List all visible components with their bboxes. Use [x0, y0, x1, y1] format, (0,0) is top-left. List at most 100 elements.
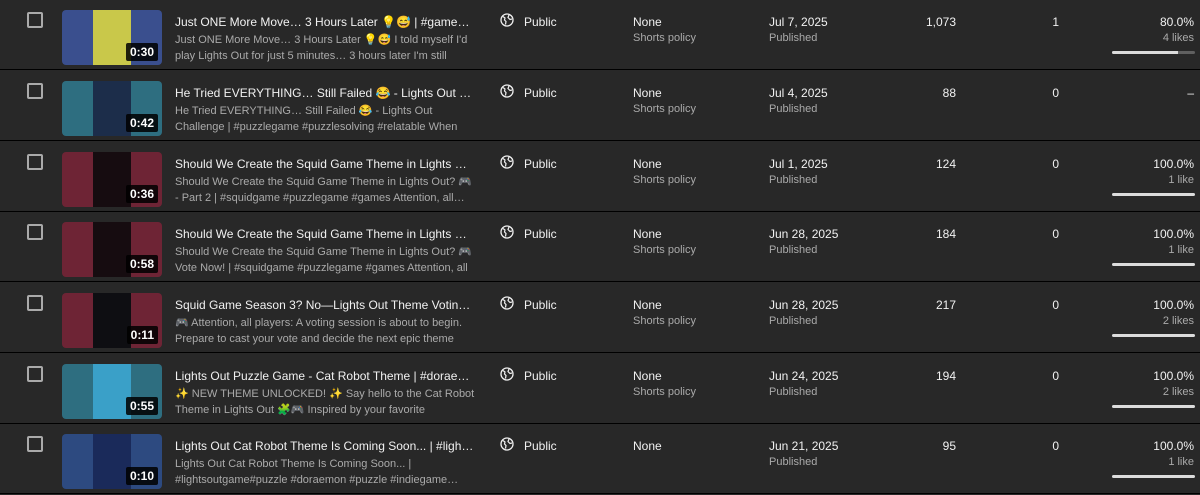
publish-date: Jul 7, 2025: [769, 15, 828, 29]
restrictions-detail: Shorts policy: [633, 103, 696, 115]
globe-icon: [500, 367, 514, 381]
views-count: 95: [942, 439, 956, 453]
visibility-label[interactable]: Public: [524, 157, 557, 171]
globe-icon: [500, 155, 514, 169]
comments-count: 0: [1052, 439, 1059, 453]
restrictions-detail: Shorts policy: [633, 315, 696, 327]
visibility-label[interactable]: Public: [524, 86, 557, 100]
likes-count: 2 likes: [1162, 386, 1194, 398]
visibility-label[interactable]: Public: [524, 369, 557, 383]
publish-date: Jun 24, 2025: [769, 369, 839, 383]
likes-count: 1 like: [1168, 174, 1194, 186]
comments-count: 0: [1052, 157, 1059, 171]
globe-icon: [500, 13, 514, 27]
likes-ratio-bar: [1112, 263, 1195, 266]
likes-count: 1 like: [1168, 456, 1194, 468]
video-thumbnail[interactable]: 0:11: [62, 293, 162, 348]
likes-count: 2 likes: [1162, 315, 1194, 327]
row-checkbox[interactable]: [27, 366, 43, 382]
likes-count: 4 likes: [1162, 32, 1194, 44]
video-row[interactable]: 0:36 Should We Create the Squid Game The…: [0, 142, 1200, 212]
video-thumbnail[interactable]: 0:30: [62, 10, 162, 65]
likes-ratio-bar: [1112, 193, 1195, 196]
restrictions-value: None: [633, 369, 662, 383]
likes-percentage: 100.0%: [1153, 157, 1194, 171]
restrictions-detail: Shorts policy: [633, 244, 696, 256]
likes-percentage: 100.0%: [1153, 439, 1194, 453]
publish-date: Jul 1, 2025: [769, 157, 828, 171]
video-thumbnail[interactable]: 0:58: [62, 222, 162, 277]
likes-ratio-fill: [1112, 51, 1179, 54]
video-row[interactable]: 0:30 Just ONE More Move… 3 Hours Later 💡…: [0, 0, 1200, 70]
publish-status: Published: [769, 315, 818, 327]
video-title[interactable]: Should We Create the Squid Game Theme in…: [175, 227, 475, 241]
video-description: Lights Out Cat Robot Theme Is Coming Soo…: [175, 458, 459, 486]
likes-ratio-fill: [1112, 193, 1195, 196]
thumbnail-image: [93, 293, 131, 348]
video-row[interactable]: 0:58 Should We Create the Squid Game The…: [0, 212, 1200, 282]
video-description: ✨ NEW THEME UNLOCKED! ✨ Say hello to the…: [175, 388, 475, 416]
row-checkbox[interactable]: [27, 154, 43, 170]
visibility-label[interactable]: Public: [524, 298, 557, 312]
restrictions-detail: Shorts policy: [633, 174, 696, 186]
video-row[interactable]: 0:11 Squid Game Season 3? No—Lights Out …: [0, 283, 1200, 353]
likes-percentage: 100.0%: [1153, 369, 1194, 383]
video-thumbnail[interactable]: 0:42: [62, 81, 162, 136]
comments-count: 0: [1052, 369, 1059, 383]
comments-count: 0: [1052, 227, 1059, 241]
likes-percentage: 80.0%: [1159, 15, 1194, 29]
row-checkbox[interactable]: [27, 83, 43, 99]
likes-ratio-bar: [1112, 51, 1195, 54]
globe-icon: [500, 437, 514, 451]
visibility-label[interactable]: Public: [524, 227, 557, 241]
video-title[interactable]: Lights Out Cat Robot Theme Is Coming Soo…: [175, 439, 475, 453]
row-checkbox[interactable]: [27, 12, 43, 28]
video-description: 🎮 Attention, all players: A voting sessi…: [175, 317, 463, 345]
views-count: 194: [935, 369, 956, 383]
row-checkbox[interactable]: [27, 436, 43, 452]
likes-percentage: 100.0%: [1153, 298, 1194, 312]
views-count: 124: [935, 157, 956, 171]
publish-status: Published: [769, 174, 818, 186]
visibility-label[interactable]: Public: [524, 439, 557, 453]
video-description: Should We Create the Squid Game Theme in…: [175, 246, 473, 274]
video-duration: 0:58: [125, 255, 158, 273]
video-title[interactable]: Lights Out Puzzle Game - Cat Robot Theme…: [175, 369, 475, 383]
likes-ratio-bar: [1112, 475, 1195, 478]
views-count: 1,073: [925, 15, 956, 29]
globe-icon: [500, 296, 514, 310]
visibility-label[interactable]: Public: [524, 15, 557, 29]
likes-percentage: –: [1187, 86, 1194, 100]
restrictions-detail: Shorts policy: [633, 386, 696, 398]
video-thumbnail[interactable]: 0:36: [62, 152, 162, 207]
video-duration: 0:36: [125, 185, 158, 203]
video-row[interactable]: 0:42 He Tried EVERYTHING… Still Failed 😂…: [0, 71, 1200, 141]
video-description: He Tried EVERYTHING… Still Failed 😂 - Li…: [175, 105, 458, 133]
likes-ratio-fill: [1112, 263, 1195, 266]
publish-date: Jun 28, 2025: [769, 298, 839, 312]
video-row[interactable]: 0:55 Lights Out Puzzle Game - Cat Robot …: [0, 354, 1200, 424]
video-thumbnail[interactable]: 0:10: [62, 434, 162, 489]
restrictions-value: None: [633, 157, 662, 171]
restrictions-detail: Shorts policy: [633, 32, 696, 44]
restrictions-value: None: [633, 15, 662, 29]
video-row[interactable]: 0:10 Lights Out Cat Robot Theme Is Comin…: [0, 424, 1200, 494]
video-title[interactable]: Just ONE More Move… 3 Hours Later 💡😅 | #…: [175, 15, 475, 29]
likes-ratio-fill: [1112, 475, 1195, 478]
likes-ratio-fill: [1112, 405, 1195, 408]
video-thumbnail[interactable]: 0:55: [62, 364, 162, 419]
views-count: 184: [935, 227, 956, 241]
publish-status: Published: [769, 244, 818, 256]
likes-ratio-fill: [1112, 334, 1195, 337]
row-checkbox[interactable]: [27, 295, 43, 311]
publish-status: Published: [769, 103, 818, 115]
restrictions-value: None: [633, 298, 662, 312]
video-title[interactable]: He Tried EVERYTHING… Still Failed 😂 - Li…: [175, 86, 475, 100]
comments-count: 0: [1052, 86, 1059, 100]
views-count: 88: [942, 86, 956, 100]
row-checkbox[interactable]: [27, 224, 43, 240]
video-title[interactable]: Should We Create the Squid Game Theme in…: [175, 157, 475, 171]
likes-ratio-bar: [1112, 405, 1195, 408]
publish-date: Jun 28, 2025: [769, 227, 839, 241]
video-title[interactable]: Squid Game Season 3? No—Lights Out Theme…: [175, 298, 475, 312]
